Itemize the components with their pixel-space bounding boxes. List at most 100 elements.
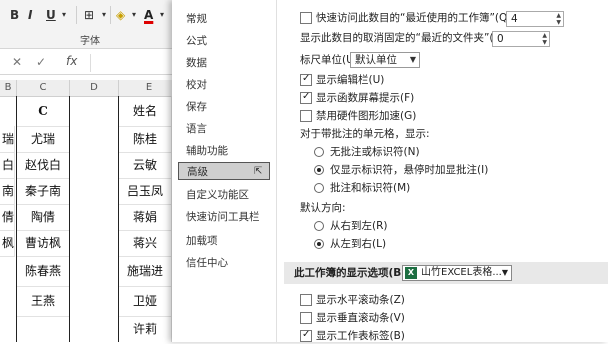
ribbon-separator [76, 6, 77, 24]
spinner-arrows-icon[interactable]: ▲ ▼ [542, 32, 547, 46]
cell[interactable]: 瑞 [0, 126, 15, 153]
right-to-left-label: 从右到左(R) [330, 220, 388, 232]
show-h-scroll-row: 显示水平滚动条(Z) [284, 292, 584, 308]
cell[interactable]: 云敏 [119, 152, 172, 179]
nav-item-language[interactable]: 语言 [178, 120, 270, 138]
ribbon-separator [110, 6, 111, 24]
cell[interactable]: 蒋娟 [119, 204, 172, 231]
excel-logo-icon: X [405, 267, 417, 279]
italic-button[interactable]: I [28, 6, 32, 24]
column-header[interactable]: C [17, 80, 70, 97]
options-nav: 常规 公式 数据 校对 保存 语言 辅助功能 高级 自定义功能区 快速访问工具栏… [172, 0, 277, 342]
font-group-label: 字体 [80, 36, 100, 47]
cell[interactable]: 南 [0, 178, 15, 205]
indicators-only-radio[interactable] [314, 165, 324, 175]
recent-workbooks-value: 4 [511, 13, 518, 25]
underline-dropdown-icon[interactable]: ▾ [62, 6, 66, 24]
show-function-tips-label: 显示函数屏幕提示(F) [316, 92, 415, 104]
nav-item-trust-center[interactable]: 信任中心 [178, 254, 270, 272]
fill-dropdown-icon[interactable]: ▾ [132, 6, 136, 24]
nav-item-general[interactable]: 常规 [178, 10, 270, 28]
disable-hw-accel-checkbox[interactable] [300, 110, 312, 122]
left-to-right-row: 从左到右(L) [284, 236, 584, 252]
show-v-scroll-label: 显示垂直滚动条(V) [316, 312, 405, 324]
cell[interactable]: 枫 [0, 230, 15, 257]
ruler-units-select[interactable]: 默认单位 ▼ [350, 52, 420, 68]
show-formula-bar-checkbox[interactable] [300, 71, 312, 87]
workbook-display-section: 此工作簿的显示选项(B): X 山竹EXCEL表格... ▼ [284, 262, 608, 284]
nav-item-data[interactable]: 数据 [178, 54, 270, 72]
font-color-dropdown-icon[interactable]: ▾ [160, 6, 164, 24]
no-comments-label: 无批注或标识符(N) [330, 146, 420, 158]
right-to-left-radio[interactable] [314, 221, 324, 231]
unpinned-folders-value: 0 [497, 33, 504, 45]
border-dropdown-icon[interactable]: ▾ [102, 6, 106, 24]
cell[interactable]: 卫娅 [119, 286, 172, 317]
show-formula-bar-label: 显示编辑栏(U) [316, 74, 385, 86]
nav-item-formulas[interactable]: 公式 [178, 32, 270, 50]
underline-button[interactable]: U [46, 6, 56, 24]
cell[interactable]: 赵伐白 [17, 152, 70, 179]
disable-hw-accel-row: 禁用硬件图形加速(G) [284, 108, 584, 124]
nav-item-quick-access-toolbar[interactable]: 快速访问工具栏 [178, 208, 270, 226]
show-v-scroll-checkbox[interactable] [300, 312, 312, 324]
show-h-scroll-checkbox[interactable] [300, 294, 312, 306]
border-icon[interactable]: ⊞ [84, 6, 94, 24]
excel-options-dialog: 常规 公式 数据 校对 保存 语言 辅助功能 高级 自定义功能区 快速访问工具栏… [172, 0, 608, 343]
disable-hw-accel-label: 禁用硬件图形加速(G) [316, 110, 417, 122]
cell[interactable]: 施瑞进 [119, 256, 172, 287]
chevron-down-icon: ▼ [501, 268, 508, 277]
workbook-select[interactable]: X 山竹EXCEL表格... ▼ [402, 265, 512, 281]
show-sheet-tabs-checkbox[interactable] [300, 327, 312, 343]
nav-item-proofing[interactable]: 校对 [178, 76, 270, 94]
left-to-right-radio[interactable] [314, 239, 324, 249]
bold-button[interactable]: B [10, 6, 19, 24]
workbook-select-value: 山竹EXCEL表格... [421, 267, 502, 278]
cell[interactable]: 曹访枫 [17, 230, 70, 257]
spinner-arrows-icon[interactable]: ▲ ▼ [556, 12, 561, 26]
cell[interactable]: 陈春燕 [17, 256, 70, 287]
recent-workbooks-checkbox[interactable] [300, 12, 312, 24]
unpinned-folders-label: 显示此数目的取消固定的“最近的文件夹”(F): [300, 32, 508, 44]
cell[interactable]: 倩 [0, 204, 15, 231]
column-header[interactable]: E [119, 80, 180, 97]
cell[interactable]: 姓名 [119, 96, 172, 127]
comments-header: 对于带批注的单元格，显示: [300, 128, 430, 140]
comments-and-indicators-radio[interactable] [314, 183, 324, 193]
left-to-right-label: 从左到右(L) [330, 238, 387, 250]
advanced-panel: 快速访问此数目的“最近使用的工作簿”(Q): 4 ▲ ▼ 显示此数目的取消固定的“… [284, 0, 608, 343]
column-header[interactable]: D [70, 80, 119, 97]
show-function-tips-row: 显示函数屏幕提示(F) [284, 89, 584, 106]
no-comments-row: 无批注或标识符(N) [284, 144, 584, 160]
check-icon[interactable]: ✓ [36, 55, 46, 69]
recent-workbooks-spinner[interactable]: 4 ▲ ▼ [506, 11, 564, 27]
unpinned-folders-spinner[interactable]: 0 ▲ ▼ [492, 31, 550, 47]
fx-icon[interactable]: fx [66, 54, 77, 68]
show-function-tips-checkbox[interactable] [300, 89, 312, 105]
ribbon: B I U ▾ ⊞ ▾ ◈ ▾ A ▾ 字体 [0, 0, 180, 49]
direction-header: 默认方向: [300, 202, 346, 214]
nav-item-add-ins[interactable]: 加载项 [178, 232, 270, 250]
nav-item-customize-ribbon[interactable]: 自定义功能区 [178, 186, 270, 204]
formula-input[interactable] [90, 54, 177, 72]
ruler-units-value: 默认单位 [355, 54, 397, 66]
nav-item-save[interactable]: 保存 [178, 98, 270, 116]
cell[interactable]: 陈桂 [119, 126, 172, 153]
indicators-only-label: 仅显示标识符，悬停时加显批注(I) [330, 164, 489, 176]
cell[interactable]: 吕玉凤 [119, 178, 172, 205]
cell[interactable]: 白 [0, 152, 15, 179]
cell[interactable]: C [17, 96, 70, 127]
cell[interactable]: 陶倩 [17, 204, 70, 231]
cell[interactable]: 蒋兴 [119, 230, 172, 257]
no-comments-radio[interactable] [314, 147, 324, 157]
section-title: 此工作簿的显示选项(B): [294, 267, 411, 279]
cell[interactable]: 秦子南 [17, 178, 70, 205]
cell[interactable]: 王燕 [17, 286, 70, 317]
font-color-icon[interactable]: A [144, 6, 153, 24]
cell[interactable]: 许莉 [119, 316, 172, 342]
close-icon[interactable]: ✕ [12, 55, 22, 69]
nav-item-accessibility[interactable]: 辅助功能 [178, 142, 270, 160]
column-header[interactable]: B [0, 80, 17, 97]
fill-color-icon[interactable]: ◈ [116, 6, 125, 24]
cell[interactable]: 尤瑞 [17, 126, 70, 153]
